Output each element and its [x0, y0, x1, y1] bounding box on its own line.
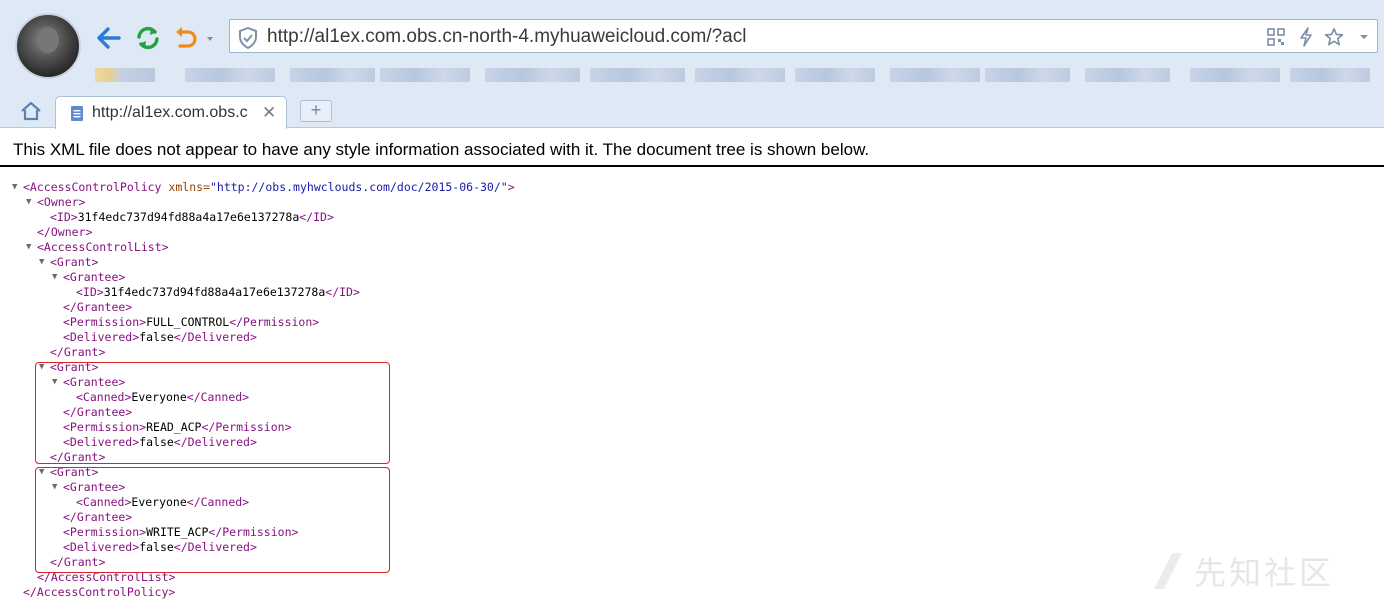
xml-line: </Owner>	[37, 225, 92, 240]
xml-tag: </Grantee>	[63, 300, 133, 314]
home-icon[interactable]	[20, 101, 42, 121]
xml-line: </Grantee>	[63, 300, 132, 315]
xml-tag: <AccessControlPolicy	[23, 180, 162, 194]
browser-toolbar: http://al1ex.com.obs.cn-north-4.myhuawei…	[0, 0, 1384, 129]
permission-value: FULL_CONTROL	[146, 315, 230, 329]
xml-tag: </Owner>	[37, 225, 93, 239]
tab-close-button[interactable]: ✕	[262, 103, 276, 123]
undo-button[interactable]	[172, 24, 216, 52]
star-icon	[1324, 28, 1344, 46]
back-arrow-icon	[97, 27, 121, 49]
xml-line: <Delivered>false</Delivered>	[63, 330, 257, 345]
bookmark-item[interactable]	[290, 68, 375, 82]
xml-tag: <ID>	[50, 210, 78, 224]
address-input[interactable]: http://al1ex.com.obs.cn-north-4.myhuawei…	[267, 26, 746, 48]
collapse-toggle-icon[interactable]: ▼	[12, 180, 17, 195]
bookmark-item[interactable]	[1085, 68, 1170, 82]
xml-tag: <AccessControlList>	[37, 240, 169, 254]
user-avatar[interactable]	[15, 13, 81, 79]
bookmark-item[interactable]	[985, 68, 1070, 82]
refresh-button[interactable]	[134, 24, 162, 52]
collapse-toggle-icon[interactable]: ▼	[26, 240, 31, 255]
refresh-icon	[137, 26, 159, 50]
undo-icon	[176, 27, 213, 48]
watermark: 先知社区	[1150, 548, 1334, 594]
bookmark-item[interactable]	[1290, 68, 1370, 82]
bookmark-item[interactable]	[1190, 68, 1280, 82]
new-tab-button[interactable]: +	[300, 100, 332, 122]
collapse-toggle-icon[interactable]: ▼	[26, 195, 31, 210]
grantee-id-value: 31f4edc737d94fd88a4a17e6e137278a	[103, 285, 326, 299]
xml-tag: >	[507, 180, 515, 194]
xml-line: </AccessControlPolicy>	[23, 585, 175, 600]
xml-tag: <ID>	[76, 285, 104, 299]
xml-tag: <Grantee>	[63, 270, 126, 284]
page-icon	[71, 106, 83, 121]
owner-id-value: 31f4edc737d94fd88a4a17e6e137278a	[77, 210, 300, 224]
speed-mode-button[interactable]	[1296, 27, 1316, 47]
bookmark-item[interactable]	[695, 68, 785, 82]
address-bar[interactable]: http://al1ex.com.obs.cn-north-4.myhuawei…	[229, 19, 1378, 53]
xml-tag: <Permission>	[63, 315, 147, 329]
xml-line: </Grant>	[50, 345, 105, 360]
highlight-box-write-acp	[35, 467, 390, 573]
xml-tag: <Delivered>	[63, 330, 140, 344]
highlight-box-read-acp	[35, 362, 390, 464]
bookmark-item[interactable]	[590, 68, 685, 82]
bookmark-item[interactable]	[95, 68, 155, 82]
xml-tag: <Owner>	[37, 195, 86, 209]
xml-tag: </Grant>	[50, 345, 106, 359]
bookmark-item[interactable]	[890, 68, 980, 82]
bookmarks-bar	[95, 66, 1375, 86]
xml-attr-value: "http://obs.myhwclouds.com/doc/2015-06-3…	[209, 180, 508, 194]
address-dropdown-button[interactable]	[1354, 27, 1374, 47]
delivered-value: false	[139, 330, 174, 344]
bookmark-item[interactable]	[380, 68, 470, 82]
tab-active[interactable]: http://al1ex.com.obs.c ✕	[55, 96, 287, 129]
bookmark-item[interactable]	[485, 68, 580, 82]
xml-style-notice: This XML file does not appear to have an…	[13, 140, 870, 159]
tab-strip: http://al1ex.com.obs.c ✕ +	[0, 94, 1384, 129]
chevron-down-icon	[1360, 35, 1368, 39]
xml-tag: </Permission>	[229, 315, 320, 329]
bookmark-item[interactable]	[185, 68, 275, 82]
notice-divider	[0, 165, 1384, 167]
xml-tag: </Delivered>	[173, 330, 257, 344]
xml-tag: </ID>	[299, 210, 334, 224]
lightning-icon	[1300, 27, 1312, 47]
xml-line: <ID>31f4edc737d94fd88a4a17e6e137278a</ID…	[76, 285, 360, 300]
watermark-text: 先知社区	[1194, 554, 1335, 592]
qr-code-icon	[1267, 28, 1285, 46]
back-button[interactable]	[95, 24, 123, 52]
bookmark-item[interactable]	[795, 68, 875, 82]
tab-title: http://al1ex.com.obs.c	[92, 104, 248, 121]
xml-line: <Permission>FULL_CONTROL</Permission>	[63, 315, 319, 330]
xml-tag: </ID>	[325, 285, 360, 299]
xml-line: <ID>31f4edc737d94fd88a4a17e6e137278a</ID…	[50, 210, 334, 225]
collapse-toggle-icon[interactable]: ▼	[52, 270, 57, 285]
shield-icon[interactable]	[238, 27, 258, 49]
collapse-toggle-icon[interactable]: ▼	[39, 255, 44, 270]
xml-tag: <Grant>	[50, 255, 99, 269]
xml-tag: </AccessControlPolicy>	[23, 585, 176, 599]
watermark-logo-icon	[1154, 553, 1182, 589]
favorite-button[interactable]	[1324, 27, 1344, 47]
qr-code-button[interactable]	[1266, 27, 1286, 47]
xml-attr-name: xmlns=	[168, 180, 210, 194]
